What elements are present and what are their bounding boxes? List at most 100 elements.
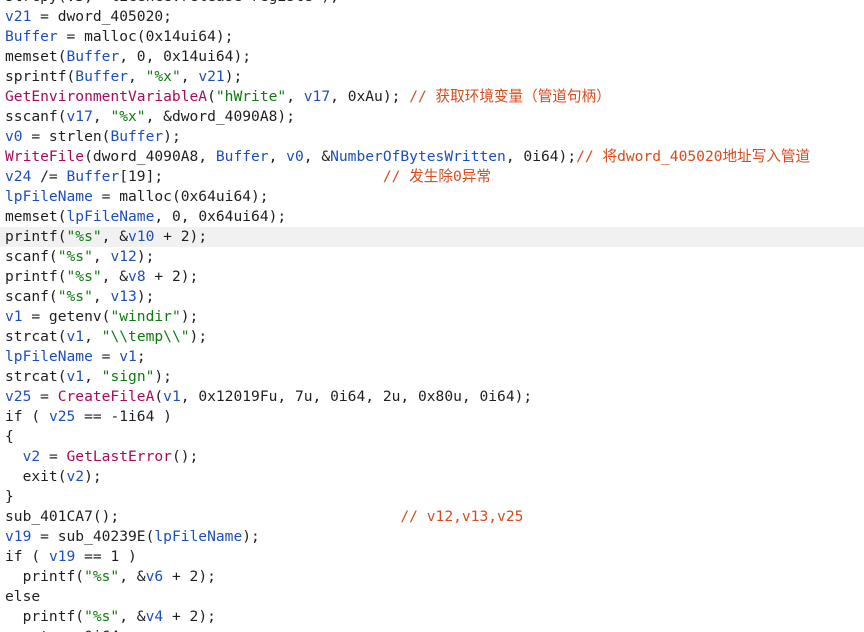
- code-token-plain: printf(: [5, 268, 67, 285]
- code-token-str: "sign": [101, 368, 155, 385]
- code-token-plain: (: [207, 88, 216, 105]
- code-line[interactable]: strcat(v1, "sign");: [0, 367, 864, 387]
- code-token-str: "%x": [145, 68, 181, 85]
- code-token-plain: , 0x12019Fu, 7u, 0i64, 2u, 0x80u, 0i64);: [180, 388, 533, 405]
- code-token-plain: );: [163, 128, 181, 145]
- code-token-plain: , &: [101, 228, 129, 245]
- code-line[interactable]: v19 = sub_40239E(lpFileName);: [0, 527, 864, 547]
- code-line[interactable]: printf("%s", &v4 + 2);: [0, 607, 864, 627]
- code-line[interactable]: printf("%s", &v10 + 2);: [0, 227, 864, 247]
- code-token-plain: , 0, 0x64ui64);: [154, 208, 287, 225]
- code-token-plain: memset(: [5, 48, 67, 65]
- code-line[interactable]: v1 = getenv("windir");: [0, 307, 864, 327]
- code-line[interactable]: if ( v25 == -1i64 ): [0, 407, 864, 427]
- code-token-kw: else: [5, 588, 41, 605]
- code-token-plain: ,: [128, 68, 146, 85]
- code-line[interactable]: memset(Buffer, 0, 0x14ui64);: [0, 47, 864, 67]
- code-token-var: v25: [48, 408, 76, 425]
- code-line[interactable]: v0 = strlen(Buffer);: [0, 127, 864, 147]
- code-token-plain: printf(: [5, 228, 67, 245]
- code-token-plain: ();: [171, 448, 199, 465]
- code-token-plain: printf(: [5, 568, 85, 585]
- code-line[interactable]: v2 = GetLastError();: [0, 447, 864, 467]
- code-line[interactable]: lpFileName = v1;: [0, 347, 864, 367]
- code-token-plain: );: [136, 248, 155, 265]
- code-token-var: v2: [22, 448, 41, 465]
- code-token-plain: = dword_405020;: [31, 8, 172, 25]
- code-token-var: v25: [5, 388, 32, 405]
- code-token-plain: =: [40, 448, 67, 465]
- code-token-plain: ,: [286, 88, 304, 105]
- code-token-var: NumberOfBytesWritten: [330, 148, 506, 165]
- code-token-ext: CreateFileA: [57, 388, 155, 405]
- code-token-var: v24: [5, 168, 32, 185]
- code-token-ext: WriteFile: [5, 148, 85, 165]
- code-line[interactable]: return 0i64;: [0, 627, 864, 632]
- code-token-var: v12: [110, 248, 137, 265]
- code-line[interactable]: scanf("%s", v13);: [0, 287, 864, 307]
- code-token-str: "%s": [66, 268, 102, 285]
- code-line[interactable]: if ( v19 == 1 ): [0, 547, 864, 567]
- code-token-var: lpFileName: [66, 208, 155, 225]
- code-line[interactable]: strcpy(v3, "licence:release-registe");: [0, 0, 864, 7]
- code-line[interactable]: sscanf(v17, "%x", &dword_4090A8);: [0, 107, 864, 127]
- code-line[interactable]: scanf("%s", v12);: [0, 247, 864, 267]
- code-line[interactable]: sub_401CA7(); // v12,v13,v25: [0, 507, 864, 527]
- code-line[interactable]: v21 = dword_405020;: [0, 7, 864, 27]
- code-token-var: Buffer: [110, 128, 164, 145]
- code-line[interactable]: lpFileName = malloc(0x64ui64);: [0, 187, 864, 207]
- code-token-var: v0: [5, 128, 23, 145]
- code-token-plain: );: [154, 368, 172, 385]
- code-token-plain: , &: [119, 608, 146, 625]
- code-token-str: "%s": [84, 568, 120, 585]
- code-token-cmt: // 获取环境变量（管道句柄）: [409, 88, 611, 105]
- code-line[interactable]: v25 = CreateFileA(v1, 0x12019Fu, 7u, 0i6…: [0, 387, 864, 407]
- code-token-var: Buffer: [215, 148, 269, 165]
- code-token-plain: [19];: [119, 168, 383, 185]
- code-token-plain: );: [180, 308, 199, 325]
- code-token-plain: =: [31, 388, 58, 405]
- code-line[interactable]: strcat(v1, "\\temp\\");: [0, 327, 864, 347]
- code-token-plain: == -1i64 ): [75, 408, 172, 425]
- code-line[interactable]: GetEnvironmentVariableA("hWrite", v17, 0…: [0, 87, 864, 107]
- code-token-plain: scanf(: [5, 288, 58, 305]
- code-token-var: v17: [66, 108, 93, 125]
- code-token-plain: printf(: [5, 608, 85, 625]
- code-line[interactable]: }: [0, 487, 864, 507]
- code-token-var: v19: [5, 528, 32, 545]
- code-line[interactable]: Buffer = malloc(0x14ui64);: [0, 27, 864, 47]
- code-line[interactable]: else: [0, 587, 864, 607]
- code-line[interactable]: printf("%s", &v6 + 2);: [0, 567, 864, 587]
- code-token-var: Buffer: [66, 48, 120, 65]
- code-line[interactable]: memset(lpFileName, 0, 0x64ui64);: [0, 207, 864, 227]
- code-token-var: Buffer: [5, 28, 58, 45]
- code-token-var: v19: [48, 548, 76, 565]
- code-token-str: "%s": [84, 608, 120, 625]
- code-token-str: "hWrite": [215, 88, 287, 105]
- code-editor[interactable]: strcpy(v3, "licence:release-registe"); v2…: [0, 0, 864, 632]
- code-token-plain: (: [22, 408, 49, 425]
- code-token-plain: ,: [84, 328, 102, 345]
- code-token-var: v4: [145, 608, 164, 625]
- code-token-var: v1: [163, 388, 181, 405]
- code-line[interactable]: WriteFile(dword_4090A8, Buffer, v0, &Num…: [0, 147, 864, 167]
- code-line[interactable]: {: [0, 427, 864, 447]
- code-token-plain: ,: [92, 288, 111, 305]
- code-token-plain: ;: [136, 348, 146, 365]
- code-token-plain: = getenv(: [22, 308, 111, 325]
- code-line[interactable]: exit(v2);: [0, 467, 864, 487]
- code-token-plain: , &: [101, 268, 129, 285]
- code-token-var: Buffer: [66, 168, 120, 185]
- code-token-plain: memset(: [5, 208, 67, 225]
- code-line[interactable]: v24 /= Buffer[19]; // 发生除0异常: [0, 167, 864, 187]
- code-token-var: lpFileName: [5, 188, 93, 205]
- code-token-plain: );: [84, 468, 102, 485]
- code-line[interactable]: printf("%s", &v8 + 2);: [0, 267, 864, 287]
- code-token-var: Buffer: [75, 68, 129, 85]
- code-line[interactable]: sprintf(Buffer, "%x", v21);: [0, 67, 864, 87]
- code-token-str: "windir": [110, 308, 181, 325]
- code-token-plain: + 2);: [163, 608, 216, 625]
- code-token-ext: GetLastError: [66, 448, 172, 465]
- code-token-str: "%s": [66, 228, 102, 245]
